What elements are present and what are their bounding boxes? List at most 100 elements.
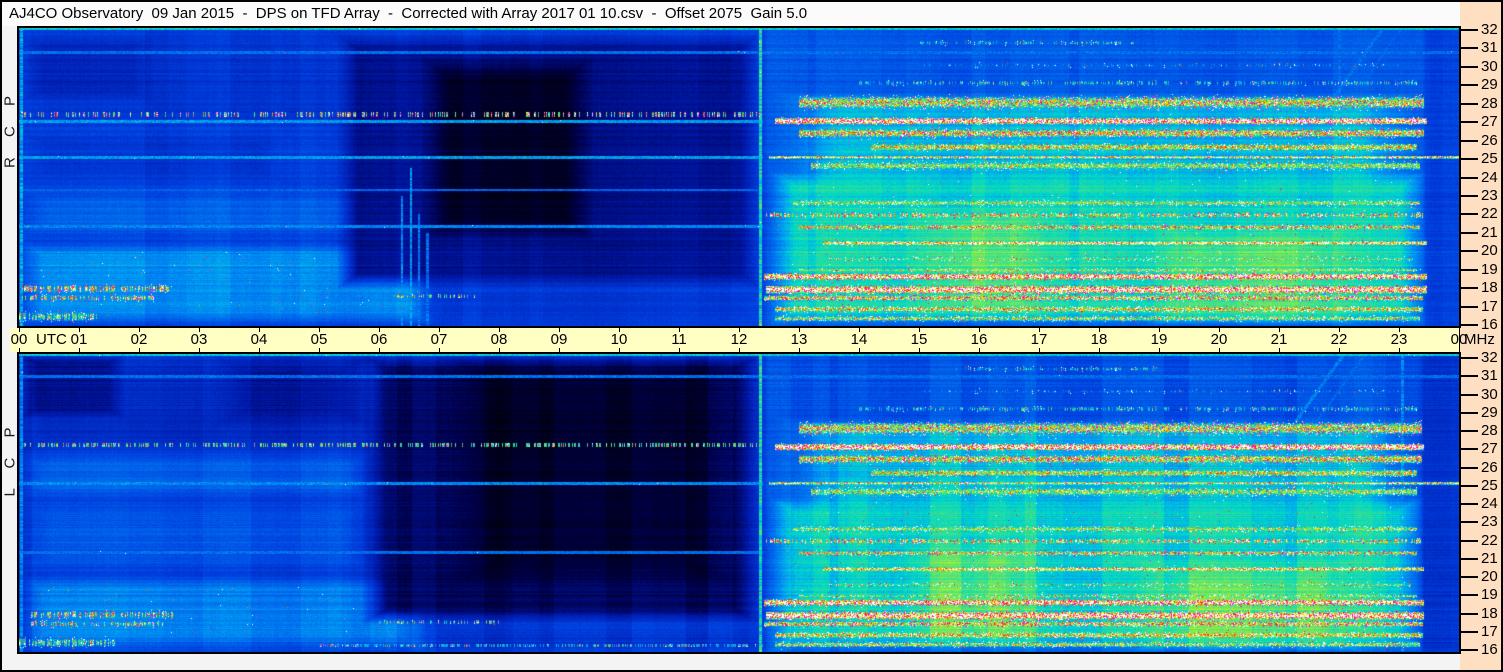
- freq-label: 20: [1481, 242, 1498, 260]
- time-tick: [859, 348, 860, 352]
- freq-label: 32: [1481, 21, 1498, 38]
- hour-label: 02: [130, 331, 148, 348]
- freq-label: 19: [1481, 586, 1498, 604]
- time-tick: [319, 348, 320, 352]
- hour-label: 22: [1330, 331, 1348, 348]
- freq-tick: [1459, 357, 1478, 359]
- hour-label: 09: [550, 331, 568, 348]
- freq-label: 17: [1481, 297, 1498, 315]
- freq-tick: [1459, 250, 1478, 253]
- lcp-spectrogram-panel: [17, 352, 1461, 654]
- hour-label: 14: [850, 331, 868, 348]
- freq-label: 28: [1481, 94, 1498, 112]
- hour-label: 04: [250, 331, 268, 348]
- hour-label: 01: [70, 331, 88, 348]
- freq-label: 32: [1481, 349, 1498, 366]
- hour-label: 18: [1090, 331, 1108, 348]
- freq-label: 26: [1481, 131, 1498, 149]
- freq-label: 17: [1481, 622, 1498, 640]
- freq-label: 19: [1481, 260, 1498, 278]
- freq-label: 22: [1481, 205, 1498, 223]
- time-tick: [559, 348, 560, 352]
- freq-label: 30: [1481, 57, 1498, 75]
- hour-label: 08: [490, 331, 508, 348]
- freq-tick: [1459, 576, 1478, 578]
- time-tick: [439, 348, 440, 352]
- time-tick: [739, 348, 740, 352]
- hour-label: 16: [970, 331, 988, 348]
- freq-tick: [1459, 594, 1478, 597]
- time-tick: [1219, 348, 1220, 352]
- freq-label: 20: [1481, 568, 1498, 585]
- freq-label: 18: [1481, 279, 1498, 297]
- freq-label: 23: [1481, 186, 1498, 204]
- freq-tick: [1459, 102, 1478, 105]
- time-tick: [79, 348, 80, 352]
- freq-label: 29: [1481, 403, 1498, 421]
- time-tick: [139, 348, 140, 352]
- hour-label: 06: [370, 331, 388, 348]
- time-tick: [1039, 348, 1040, 352]
- page-title: AJ4CO Observatory 09 Jan 2015 - DPS on T…: [2, 2, 1460, 26]
- freq-label: 22: [1481, 531, 1498, 549]
- freq-tick: [1459, 29, 1478, 31]
- time-tick: [259, 348, 260, 352]
- freq-label: 25: [1481, 476, 1498, 494]
- freq-label: 21: [1481, 223, 1498, 241]
- time-tick: [1399, 348, 1400, 352]
- hour-label: 11: [671, 331, 687, 348]
- rcp-side-label: R C P: [1, 87, 19, 169]
- hour-label: 07: [430, 331, 448, 348]
- freq-tick: [1459, 393, 1478, 396]
- time-tick: [499, 348, 500, 352]
- freq-label: 16: [1481, 316, 1498, 333]
- freq-label: 23: [1481, 513, 1498, 531]
- freq-tick: [1459, 539, 1478, 542]
- utc-unit-label: UTC: [36, 331, 67, 348]
- freq-tick: [1459, 375, 1478, 378]
- hour-label: 19: [1150, 331, 1168, 348]
- hour-label: 10: [610, 331, 628, 348]
- freq-tick: [1459, 268, 1478, 271]
- freq-tick: [1459, 121, 1478, 124]
- time-tick: [979, 348, 980, 352]
- freq-tick: [1459, 411, 1478, 414]
- hour-label: 00: [1450, 331, 1468, 348]
- bottom-margin: [2, 654, 1460, 670]
- freq-label: 30: [1481, 385, 1498, 403]
- freq-label: 26: [1481, 458, 1498, 476]
- hour-label: 20: [1210, 331, 1228, 348]
- freq-tick: [1459, 448, 1478, 451]
- freq-label: 31: [1481, 367, 1498, 385]
- time-tick: [199, 348, 200, 352]
- time-tick: [1459, 348, 1460, 352]
- freq-tick: [1459, 305, 1478, 308]
- time-tick: [679, 348, 680, 352]
- hour-label: 15: [910, 331, 928, 348]
- freq-tick: [1459, 484, 1478, 487]
- freq-label: 16: [1481, 641, 1498, 658]
- freq-tick: [1459, 84, 1478, 87]
- freq-label: 31: [1481, 39, 1498, 57]
- hour-label: 17: [1030, 331, 1048, 348]
- freq-label: 27: [1481, 113, 1498, 131]
- freq-tick: [1459, 612, 1478, 615]
- freq-label: 28: [1481, 422, 1498, 439]
- hour-label: 03: [190, 331, 208, 348]
- freq-label: 29: [1481, 76, 1498, 94]
- freq-tick: [1459, 231, 1478, 234]
- freq-tick: [1459, 324, 1478, 326]
- time-tick: [1339, 348, 1340, 352]
- time-tick: [799, 348, 800, 352]
- hour-label: 23: [1390, 331, 1408, 348]
- freq-label: 24: [1481, 495, 1498, 512]
- freq-label: 27: [1481, 440, 1498, 458]
- hour-label: 00: [10, 331, 28, 348]
- hour-label: 13: [790, 331, 808, 348]
- time-tick: [619, 348, 620, 352]
- freq-tick: [1459, 521, 1478, 524]
- time-tick: [1279, 348, 1280, 352]
- hour-label: 21: [1270, 331, 1288, 348]
- freq-tick: [1459, 158, 1478, 161]
- freq-label: 25: [1481, 150, 1498, 168]
